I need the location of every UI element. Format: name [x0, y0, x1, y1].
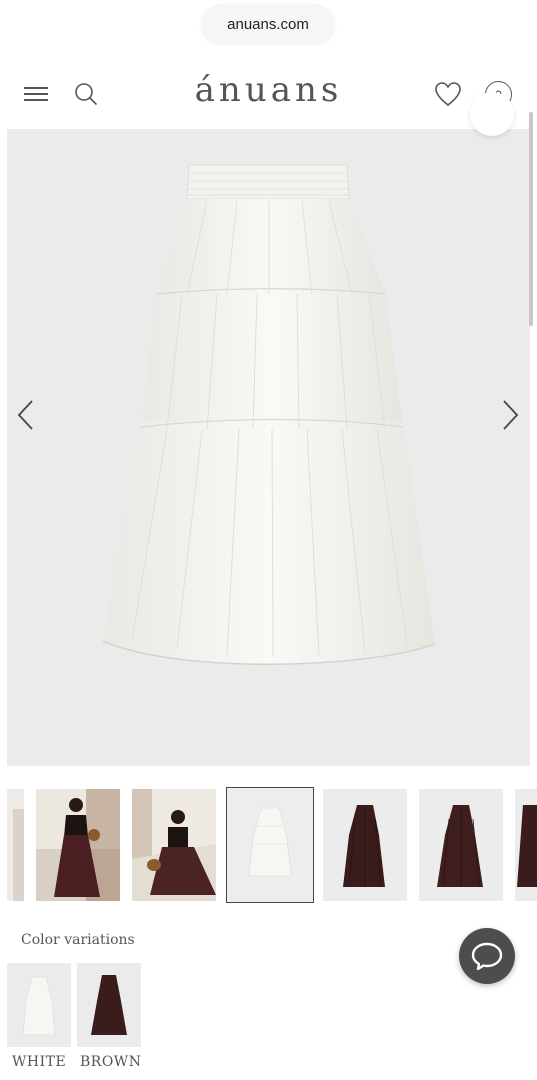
chat-bubble-icon: [471, 942, 503, 971]
thumbnail-strip: [0, 787, 537, 905]
chevron-right-icon[interactable]: [498, 398, 522, 432]
swatch-white[interactable]: [7, 963, 71, 1047]
swatch-label-white[interactable]: WHITE: [12, 1054, 66, 1070]
main-product-image[interactable]: [7, 129, 530, 766]
thumbnail-white-skirt[interactable]: [226, 787, 314, 903]
thumbnail-model-2[interactable]: [132, 789, 216, 901]
thumbnail-brown-skirt-1[interactable]: [323, 789, 407, 901]
chevron-left-icon[interactable]: [14, 398, 38, 432]
thumbnail-partial-brown[interactable]: [515, 789, 537, 901]
url-bar[interactable]: anuans.com: [201, 4, 335, 44]
site-header: ánuans 0: [0, 60, 537, 128]
swatch-brown[interactable]: [77, 963, 141, 1047]
color-variations-title: Color variations: [21, 932, 135, 948]
hamburger-icon[interactable]: [24, 84, 50, 104]
chat-button[interactable]: [459, 928, 515, 984]
thumbnail-brown-skirt-2[interactable]: [419, 789, 503, 901]
swatch-label-brown[interactable]: BROWN: [80, 1054, 141, 1070]
floating-top-button[interactable]: [470, 92, 514, 136]
thumbnail-partial[interactable]: [7, 789, 24, 901]
search-icon[interactable]: [72, 80, 100, 108]
url-text: anuans.com: [227, 15, 309, 33]
white-skirt-illustration: [102, 164, 436, 665]
thumbnail-model-1[interactable]: [36, 789, 120, 901]
page-scrollbar[interactable]: [529, 112, 533, 326]
heart-icon[interactable]: [433, 80, 463, 108]
